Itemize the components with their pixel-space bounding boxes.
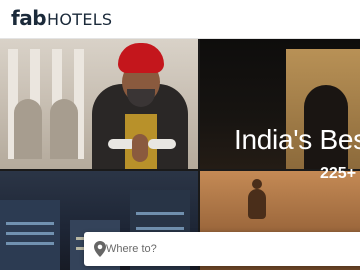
fabhotels-logo[interactable]: fab HOTELS <box>11 6 112 30</box>
hero-image-doorman <box>0 39 198 169</box>
destination-search-input[interactable] <box>106 235 346 263</box>
logo-fab-text: fab <box>11 6 47 30</box>
hero-title: India's Bes <box>234 124 360 155</box>
hero-subtitle: 225+ <box>320 165 357 182</box>
location-pin-icon <box>94 241 106 257</box>
top-header: fab HOTELS <box>0 0 360 39</box>
destination-search-box[interactable] <box>84 232 360 266</box>
logo-hotels-text: HOTELS <box>47 10 113 29</box>
